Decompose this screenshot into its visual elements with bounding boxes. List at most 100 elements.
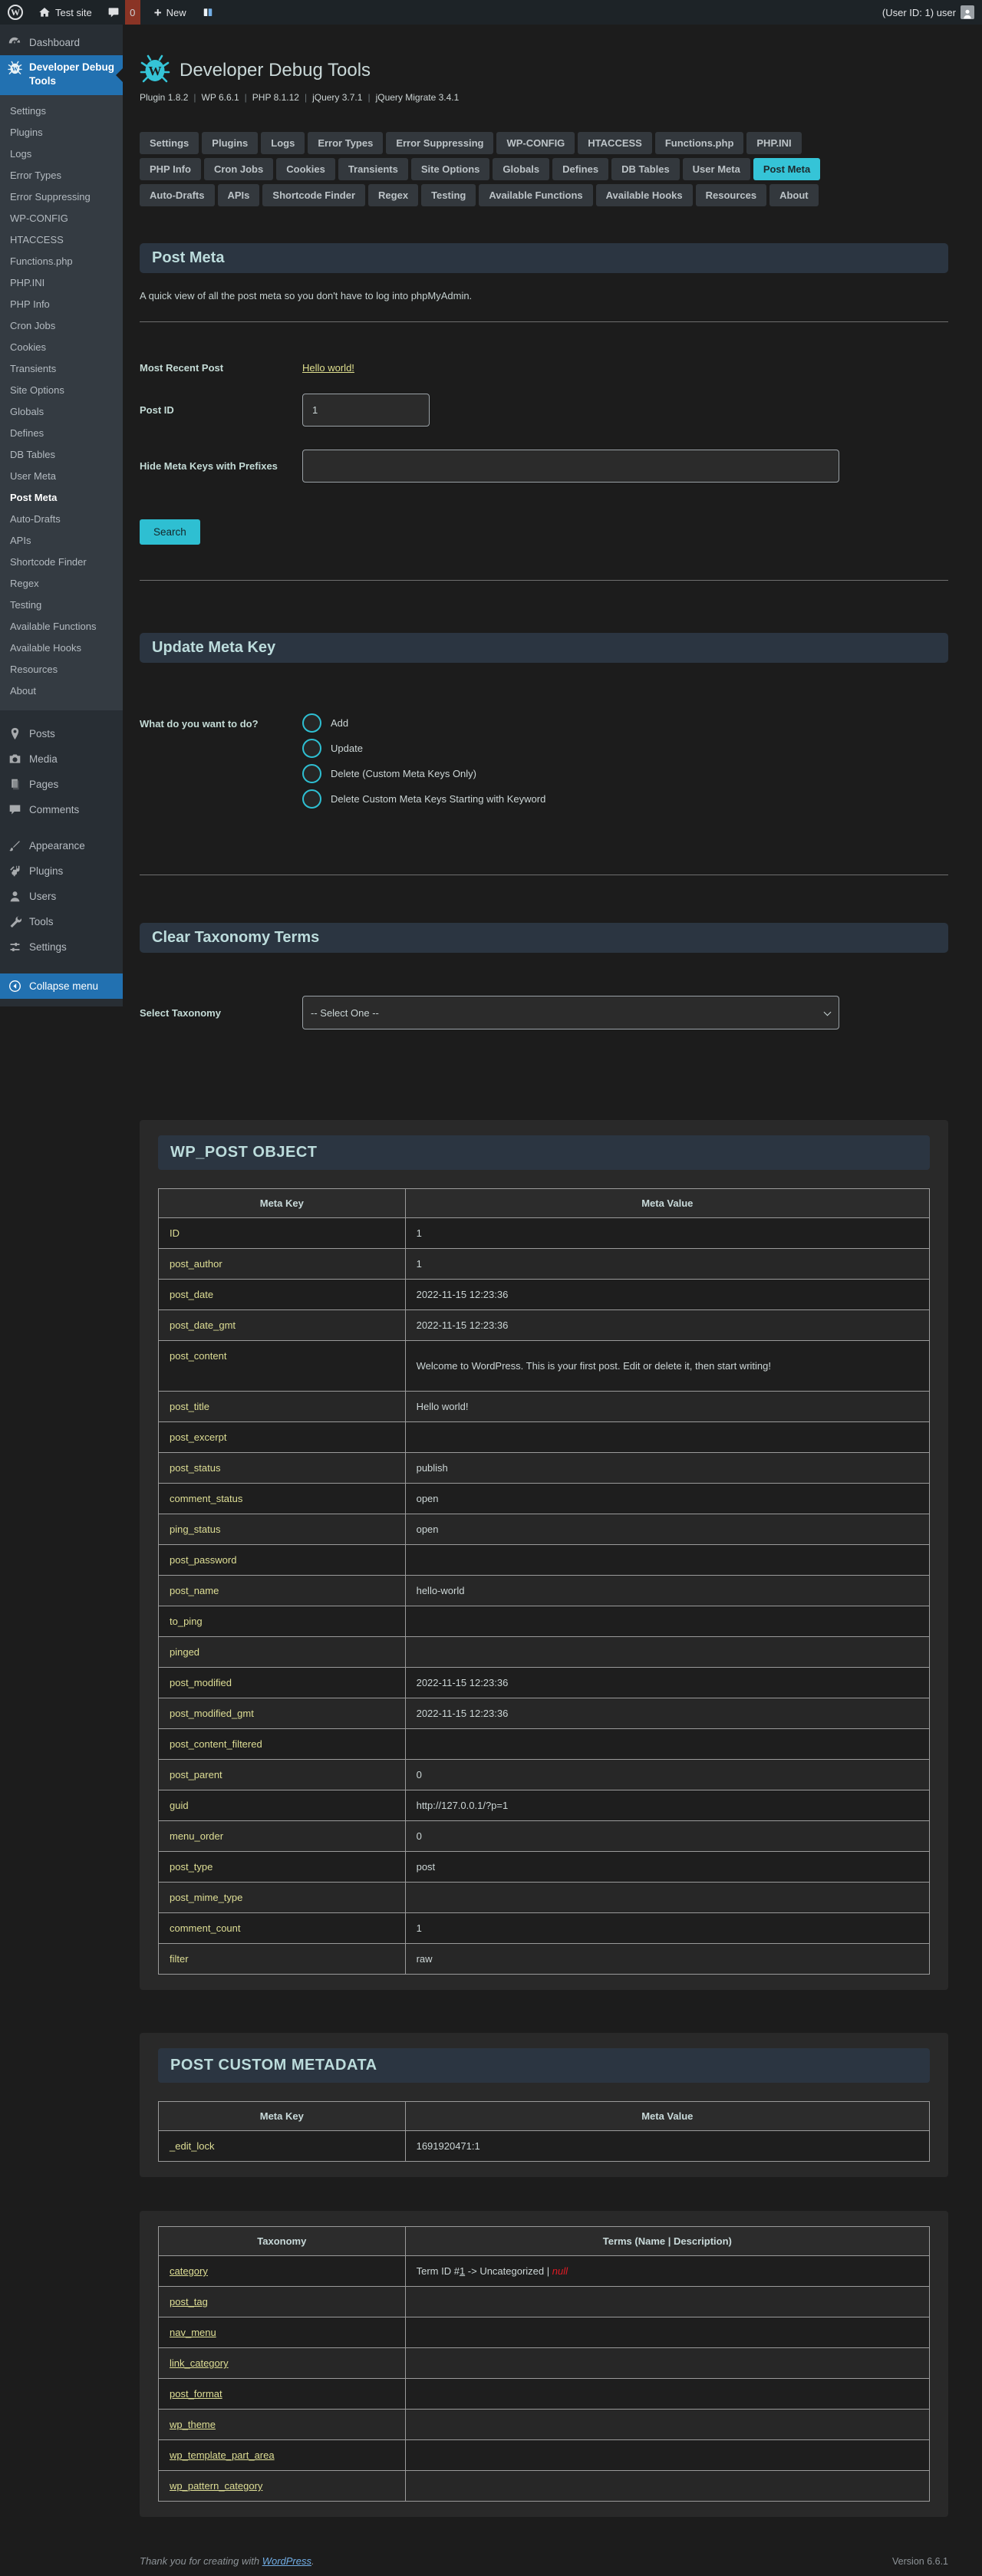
sidebar-item-tools[interactable]: Tools [0,909,123,934]
sidebar-subitem-functions-php[interactable]: Functions.php [0,250,123,272]
tab-testing[interactable]: Testing [421,184,476,206]
radio-button-icon[interactable] [302,713,321,733]
sidebar-item-comments[interactable]: Comments [0,797,123,822]
radio-button-icon[interactable] [302,764,321,783]
tab-functions-php[interactable]: Functions.php [655,132,744,154]
tab-defines[interactable]: Defines [552,158,608,180]
sidebar-subitem-wp-config[interactable]: WP-CONFIG [0,207,123,229]
sidebar-subitem-post-meta[interactable]: Post Meta [0,486,123,508]
taxonomy-link[interactable]: category [159,2256,406,2287]
tab-error-types[interactable]: Error Types [308,132,383,154]
tab-apis[interactable]: APIs [218,184,260,206]
radio-option-update[interactable]: Update [302,739,545,758]
tab-error-suppressing[interactable]: Error Suppressing [386,132,493,154]
meta-value-cell [405,1545,929,1576]
search-button[interactable]: Search [140,519,200,545]
sidebar-subitem-transients[interactable]: Transients [0,357,123,379]
tab-php-ini[interactable]: PHP.INI [746,132,801,154]
sidebar-subitem-about[interactable]: About [0,680,123,701]
sidebar-subitem-error-suppressing[interactable]: Error Suppressing [0,186,123,207]
wordpress-logo-icon: W [8,5,23,20]
sidebar-item-plugins[interactable]: Plugins [0,858,123,884]
sidebar-subitem-htaccess[interactable]: HTACCESS [0,229,123,250]
tab-shortcode-finder[interactable]: Shortcode Finder [262,184,365,206]
sidebar-subitem-plugins[interactable]: Plugins [0,121,123,143]
new-menu[interactable]: + New [147,0,194,25]
sidebar-subitem-php-info[interactable]: PHP Info [0,293,123,315]
sidebar-subitem-available-functions[interactable]: Available Functions [0,615,123,637]
site-name-menu[interactable]: Test site [31,0,100,25]
taxonomy-link[interactable]: post_format [159,2379,406,2410]
tab-htaccess[interactable]: HTACCESS [578,132,652,154]
sidebar-subitem-shortcode-finder[interactable]: Shortcode Finder [0,551,123,572]
tab-globals[interactable]: Globals [493,158,549,180]
sidebar-subitem-settings[interactable]: Settings [0,100,123,121]
radio-button-icon[interactable] [302,739,321,758]
tab-available-hooks[interactable]: Available Hooks [596,184,693,206]
sidebar-item-media[interactable]: Media [0,746,123,772]
taxonomy-link[interactable]: post_tag [159,2287,406,2317]
sidebar-item-pages[interactable]: Pages [0,772,123,797]
sidebar-subitem-testing[interactable]: Testing [0,594,123,615]
tab-post-meta[interactable]: Post Meta [753,158,820,180]
tab-transients[interactable]: Transients [338,158,408,180]
most-recent-post-link[interactable]: Hello world! [302,362,354,374]
comment-icon [107,6,120,18]
comments-count-badge[interactable]: 0 [125,0,140,25]
sidebar-subitem-php-ini[interactable]: PHP.INI [0,272,123,293]
collapse-menu-button[interactable]: Collapse menu [0,973,123,999]
radio-option-add[interactable]: Add [302,713,545,733]
radio-option-delete-custom-meta-keys-only-[interactable]: Delete (Custom Meta Keys Only) [302,764,545,783]
sidebar-item-settings[interactable]: Settings [0,934,123,960]
taxonomy-select[interactable]: -- Select One -- [302,996,839,1029]
sidebar-subitem-auto-drafts[interactable]: Auto-Drafts [0,508,123,529]
sidebar-subitem-globals[interactable]: Globals [0,400,123,422]
taxonomy-link[interactable]: wp_pattern_category [159,2471,406,2502]
taxonomy-link[interactable]: wp_template_part_area [159,2440,406,2471]
tab-settings[interactable]: Settings [140,132,199,154]
sidebar-subitem-user-meta[interactable]: User Meta [0,465,123,486]
sidebar-subitem-site-options[interactable]: Site Options [0,379,123,400]
sidebar-item-posts[interactable]: Posts [0,721,123,746]
radio-option-delete-custom-meta-keys-starting-with-keyword[interactable]: Delete Custom Meta Keys Starting with Ke… [302,789,545,809]
sidebar-subitem-cookies[interactable]: Cookies [0,336,123,357]
taxonomy-link[interactable]: link_category [159,2348,406,2379]
debug-tools-shortcut-menu[interactable] [194,0,222,25]
taxonomy-link[interactable]: nav_menu [159,2317,406,2348]
sidebar-subitem-regex[interactable]: Regex [0,572,123,594]
tab-db-tables[interactable]: DB Tables [611,158,680,180]
tab-available-functions[interactable]: Available Functions [479,184,592,206]
sidebar-item-appearance[interactable]: Appearance [0,833,123,858]
sidebar-subitem-defines[interactable]: Defines [0,422,123,443]
tab-user-meta[interactable]: User Meta [683,158,750,180]
wp-logo-menu[interactable]: W [0,0,31,25]
tab-plugins[interactable]: Plugins [202,132,258,154]
tab-about[interactable]: About [769,184,819,206]
taxonomy-link[interactable]: wp_theme [159,2410,406,2440]
sidebar-subitem-cron-jobs[interactable]: Cron Jobs [0,315,123,336]
tab-cron-jobs[interactable]: Cron Jobs [204,158,273,180]
sidebar-subitem-available-hooks[interactable]: Available Hooks [0,637,123,658]
sidebar-subitem-db-tables[interactable]: DB Tables [0,443,123,465]
sidebar-item-dashboard[interactable]: Dashboard [0,25,123,55]
sidebar-item-users[interactable]: Users [0,884,123,909]
tab-wp-config[interactable]: WP-CONFIG [496,132,575,154]
sidebar-subitem-resources[interactable]: Resources [0,658,123,680]
sidebar-subitem-logs[interactable]: Logs [0,143,123,164]
hide-prefix-input[interactable] [302,450,839,483]
sidebar-subitem-error-types[interactable]: Error Types [0,164,123,186]
tab-regex[interactable]: Regex [368,184,418,206]
post-id-input[interactable] [302,394,430,427]
comments-menu[interactable] [100,0,125,25]
sidebar-subitem-apis[interactable]: APIs [0,529,123,551]
tab-php-info[interactable]: PHP Info [140,158,201,180]
radio-button-icon[interactable] [302,789,321,809]
user-menu[interactable]: (User ID: 1) user [875,0,982,25]
tab-auto-drafts[interactable]: Auto-Drafts [140,184,215,206]
sidebar-item-developer-debug-tools[interactable]: W Developer Debug Tools [0,55,123,95]
tab-resources[interactable]: Resources [696,184,766,206]
tab-logs[interactable]: Logs [261,132,305,154]
tab-cookies[interactable]: Cookies [276,158,335,180]
update-action-block: What do you want to do? AddUpdateDelete … [140,713,948,809]
tab-site-options[interactable]: Site Options [411,158,490,180]
